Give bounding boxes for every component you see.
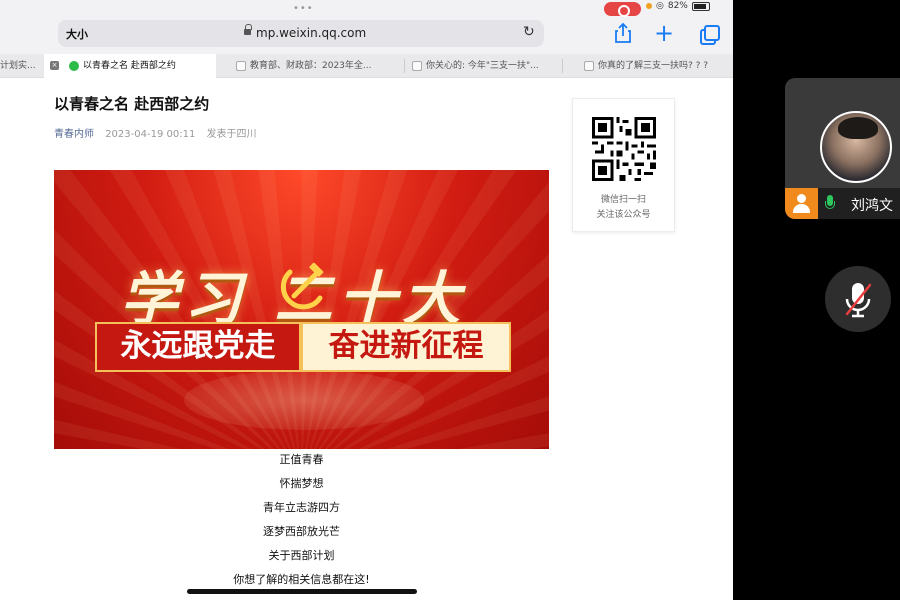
banner-glow bbox=[184, 370, 424, 430]
participant-name-bar: 刘鸿文 bbox=[785, 188, 900, 219]
follow-qr-card: 微信扫一扫 关注该公众号 bbox=[572, 98, 675, 232]
home-indicator[interactable] bbox=[187, 589, 417, 594]
meeting-panel: 刘鸿文 bbox=[733, 0, 900, 600]
mic-in-use-icon bbox=[646, 3, 652, 9]
tab-overview-icon[interactable] bbox=[697, 22, 720, 45]
status-bar: ◎ 82% bbox=[646, 1, 710, 11]
tab-divider bbox=[562, 59, 563, 73]
publish-location: 发表于四川 bbox=[206, 129, 257, 140]
tab-label: 计划实... bbox=[0, 61, 36, 71]
avatar bbox=[820, 111, 892, 183]
tab-1[interactable]: 计划实... bbox=[0, 54, 42, 78]
body-line: 关于西部计划 bbox=[268, 549, 335, 562]
page-icon bbox=[236, 60, 246, 71]
qr-caption-line1: 微信扫一扫 bbox=[600, 195, 646, 205]
lock-icon bbox=[244, 24, 252, 37]
article-title: 以青春之名 赴西部之约 bbox=[54, 95, 210, 113]
tab-label: 你真的了解三支一扶吗? ? ? bbox=[598, 61, 709, 71]
battery-icon bbox=[691, 1, 710, 11]
qr-caption-line2: 关注该公众号 bbox=[596, 210, 651, 220]
mic-muted-icon bbox=[845, 283, 872, 318]
tab-label: 以青春之名 赴西部之约 bbox=[83, 61, 176, 71]
tab-divider bbox=[404, 59, 405, 73]
banner-subtitle: 永远跟党走 奋进新征程 bbox=[95, 322, 511, 372]
article-body: 正值青春 怀揣梦想 青年立志游四方 逐梦西部放光芒 关于西部计划 你想了解的相关… bbox=[54, 450, 549, 594]
article-meta: 青春内师 2023-04-19 00:11 发表于四川 bbox=[54, 125, 257, 140]
tab-3[interactable]: 教育部、财政部：2023年全... bbox=[236, 54, 386, 78]
page-icon bbox=[584, 60, 594, 71]
reload-icon[interactable]: ↻ bbox=[523, 25, 537, 39]
close-tab-icon[interactable]: × bbox=[50, 61, 59, 70]
tab-4[interactable]: 你关心的: 今年"三支一扶"... bbox=[412, 54, 552, 78]
mute-button[interactable] bbox=[825, 266, 891, 332]
participant-video-tile[interactable]: 刘鸿文 bbox=[785, 78, 900, 219]
publish-date: 2023-04-19 00:11 bbox=[105, 129, 196, 140]
new-tab-plus-icon[interactable]: + bbox=[653, 21, 675, 45]
qr-code[interactable] bbox=[592, 117, 656, 181]
tab-active[interactable]: × 以青春之名 赴西部之约 bbox=[44, 54, 216, 78]
author-link[interactable]: 青春内师 bbox=[54, 129, 94, 140]
browser-window: ••• ◎ 82% 大小 mp.weixin.qq.com ↻ + 计划实...… bbox=[0, 0, 733, 600]
tab-label: 你关心的: 今年"三支一扶"... bbox=[426, 61, 539, 71]
browser-toolbar: ••• ◎ 82% 大小 mp.weixin.qq.com ↻ + bbox=[0, 0, 733, 54]
body-line: 青年立志游四方 bbox=[263, 501, 340, 514]
wifi-icon: ◎ bbox=[656, 1, 664, 11]
url-text[interactable]: mp.weixin.qq.com bbox=[256, 26, 366, 40]
banner-subtitle-left: 永远跟党走 bbox=[95, 322, 301, 372]
body-line: 逐梦西部放光芒 bbox=[263, 525, 340, 538]
mic-active-icon bbox=[825, 195, 835, 212]
hammer-sickle-icon bbox=[280, 262, 324, 310]
tab-5[interactable]: 你真的了解三支一扶吗? ? ? bbox=[584, 54, 724, 78]
body-line: 正值青春 bbox=[279, 453, 324, 466]
wechat-icon bbox=[69, 60, 79, 71]
multitask-dots-icon[interactable]: ••• bbox=[293, 3, 314, 14]
body-line: 怀揣梦想 bbox=[279, 477, 324, 490]
address-bar[interactable]: 大小 mp.weixin.qq.com ↻ bbox=[58, 20, 544, 47]
tab-strip: 计划实... × 以青春之名 赴西部之约 教育部、财政部：2023年全... 你关… bbox=[0, 54, 733, 78]
article-banner-image[interactable]: 学习 二十大 永远跟党走 奋进新征程 bbox=[54, 170, 549, 449]
banner-subtitle-right: 奋进新征程 bbox=[301, 322, 511, 372]
page-icon bbox=[412, 60, 422, 71]
battery-percent: 82% bbox=[667, 1, 688, 11]
participant-name: 刘鸿文 bbox=[851, 198, 893, 214]
text-size-button[interactable]: 大小 bbox=[66, 26, 88, 42]
host-icon bbox=[785, 188, 818, 219]
screen-recording-indicator[interactable] bbox=[604, 2, 641, 17]
tab-label: 教育部、财政部：2023年全... bbox=[250, 61, 372, 71]
share-icon[interactable] bbox=[612, 22, 634, 44]
